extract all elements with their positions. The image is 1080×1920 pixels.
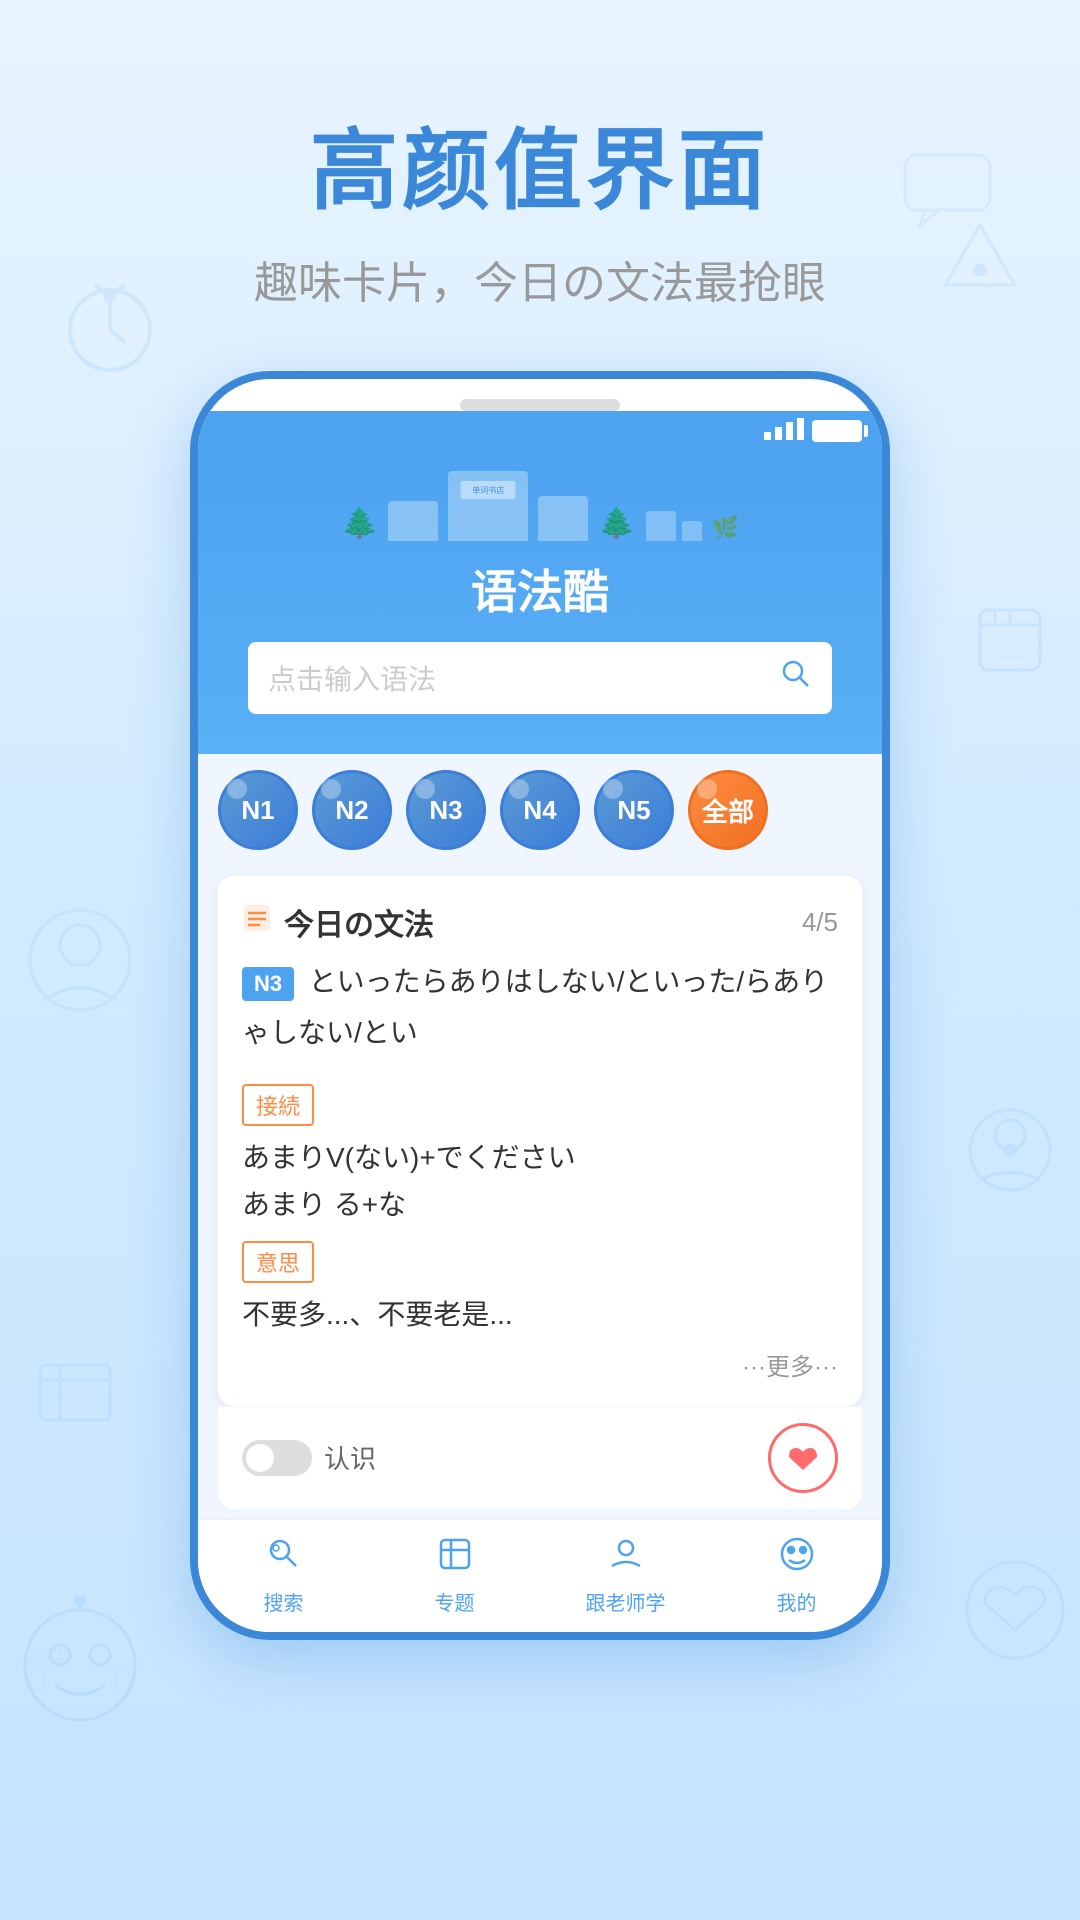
heart-button[interactable] (768, 1423, 838, 1493)
level-btn-all[interactable]: 全部 (688, 770, 768, 850)
sub-title: 趣味卡片，今日の文法最抢眼 (0, 247, 1080, 311)
nav-topics-icon (437, 1536, 473, 1581)
juzoku-section: 接続 あまりV(ない)+でください あまり る+な (242, 1072, 838, 1229)
phone-mockup: 🌲 单词书店 🌲 🌿 语法酷 点击输入语法 (190, 371, 890, 1640)
nav-item-teacher[interactable]: 跟老师学 (540, 1536, 711, 1616)
main-title: 高颜值界面 (0, 100, 1080, 227)
signal-icon (764, 418, 804, 445)
nav-mine-label: 我的 (777, 1587, 817, 1616)
search-icon[interactable] (780, 658, 812, 698)
nav-teacher-icon (608, 1536, 644, 1581)
app-header: 🌲 单词书店 🌲 🌿 语法酷 点击输入语法 (198, 451, 882, 754)
phone-speaker (460, 399, 620, 411)
more-link[interactable]: ···更多··· (242, 1347, 838, 1382)
level-btn-n4[interactable]: N4 (500, 770, 580, 850)
nav-teacher-label: 跟老师学 (586, 1587, 666, 1616)
content-area: 今日の文法 4/5 N3 といったらありはしない/といった/らありゃしない/とい… (198, 866, 882, 1519)
level-btn-n5[interactable]: N5 (594, 770, 674, 850)
yisi-section: 意思 不要多...、不要老是... (242, 1229, 838, 1339)
nav-item-mine[interactable]: 我的 (711, 1536, 882, 1616)
grammar-card: 今日の文法 4/5 N3 といったらありはしない/といった/らありゃしない/とい… (218, 876, 862, 1406)
recognize-toggle[interactable]: 认识 (242, 1439, 376, 1476)
level-btn-n1[interactable]: N1 (218, 770, 298, 850)
card-header: 今日の文法 4/5 (242, 900, 838, 944)
card-progress: 4/5 (802, 907, 838, 938)
level-btn-n3[interactable]: N3 (406, 770, 486, 850)
nav-item-search[interactable]: 搜索 (198, 1536, 369, 1616)
card-title-icon (242, 903, 272, 941)
card-title-group: 今日の文法 (242, 900, 434, 944)
nav-mine-icon (779, 1536, 815, 1581)
nav-search-label: 搜索 (264, 1587, 304, 1616)
level-filter-group: N1 N2 N3 N4 N5 全部 (198, 754, 882, 866)
nav-search-icon (266, 1536, 302, 1581)
nav-item-topics[interactable]: 专题 (369, 1536, 540, 1616)
search-bar[interactable]: 点击输入语法 (248, 642, 832, 714)
juzoku-content: あまりV(ない)+でください あまり る+な (242, 1134, 838, 1229)
bottom-nav: 搜索 专题 (198, 1519, 882, 1632)
status-bar (198, 411, 882, 451)
battery-icon (812, 420, 862, 442)
search-placeholder-text: 点击输入语法 (268, 658, 780, 698)
recognize-label: 认识 (324, 1439, 376, 1476)
nav-topics-label: 专题 (435, 1587, 475, 1616)
app-title: 语法酷 (228, 556, 852, 622)
juzoku-label: 接続 (242, 1084, 314, 1126)
card-action-bar: 认识 (218, 1406, 862, 1509)
app-screen: 🌲 单词书店 🌲 🌿 语法酷 点击输入语法 (198, 411, 882, 1632)
yisi-content: 不要多...、不要老是... (242, 1291, 838, 1339)
header-illustration: 🌲 单词书店 🌲 🌿 (228, 471, 852, 541)
toggle-knob (246, 1444, 274, 1472)
grammar-text: といったらありはしない/といった/らありゃしない/とい (242, 966, 828, 1048)
yisi-label: 意思 (242, 1241, 314, 1283)
card-title: 今日の文法 (284, 900, 434, 944)
toggle-switch[interactable] (242, 1440, 312, 1476)
grammar-entry: N3 といったらありはしない/といった/らありゃしない/とい (242, 960, 838, 1056)
level-btn-n2[interactable]: N2 (312, 770, 392, 850)
building-sign: 单词书店 (461, 481, 516, 499)
grammar-level-tag: N3 (242, 967, 294, 1001)
